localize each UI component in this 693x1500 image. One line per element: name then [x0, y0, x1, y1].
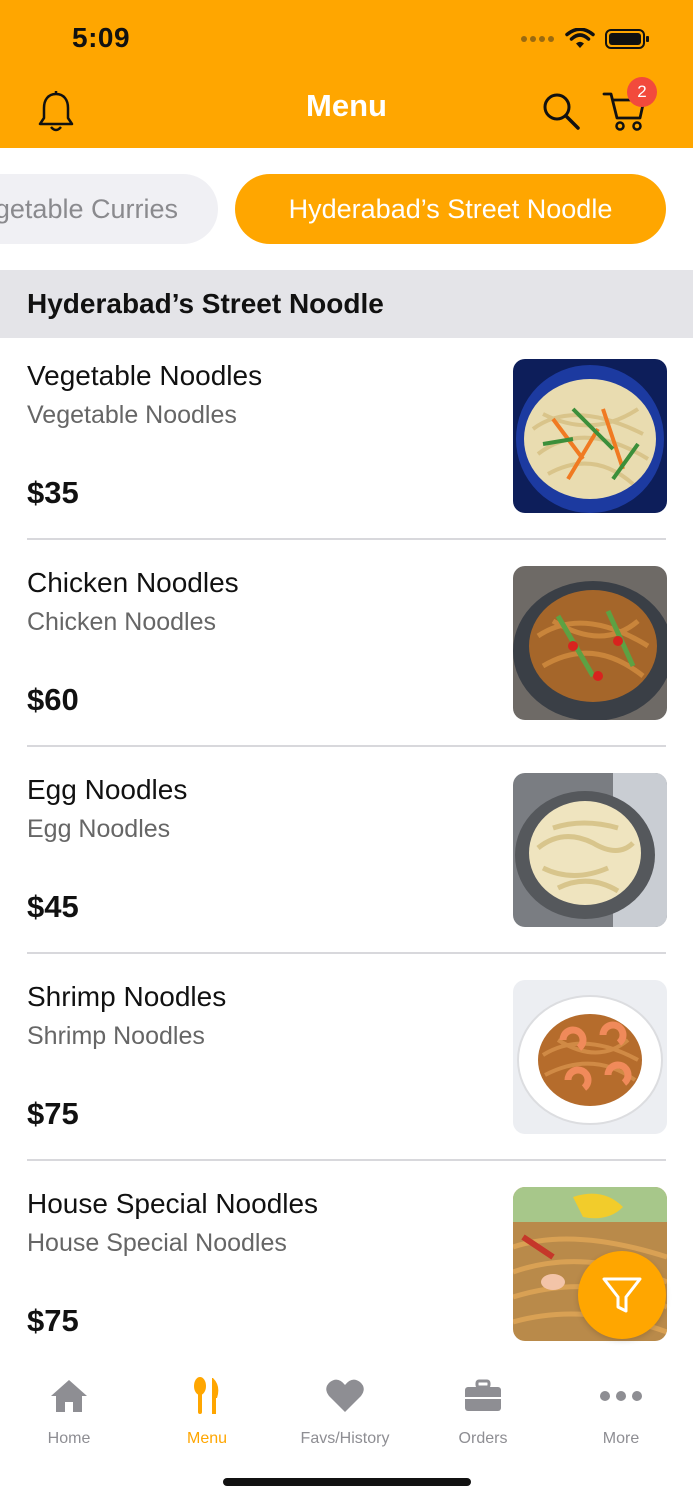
item-description: House Special Noodles	[27, 1229, 287, 1257]
menu-item-chicken-noodles[interactable]: Chicken Noodles Chicken Noodles $60	[0, 545, 693, 752]
item-price: $75	[27, 1096, 79, 1131]
menu-list: Vegetable Noodles Vegetable Noodles $35 …	[0, 338, 693, 1373]
search-icon	[543, 93, 580, 130]
item-name: Vegetable Noodles	[27, 360, 263, 391]
more-icon	[600, 1391, 642, 1401]
tab-label: Menu	[186, 1430, 228, 1447]
home-indicator	[223, 1478, 471, 1486]
menu-item-egg-noodles[interactable]: Egg Noodles Egg Noodles $45	[0, 752, 693, 959]
item-price: $45	[27, 889, 79, 924]
search-button[interactable]	[538, 88, 584, 134]
tab-label: More	[602, 1430, 640, 1447]
item-name: Shrimp Noodles	[27, 981, 227, 1012]
filter-button[interactable]	[578, 1251, 666, 1339]
filter-icon	[602, 1277, 642, 1313]
page-title: Menu	[306, 88, 387, 123]
item-name: Chicken Noodles	[27, 567, 239, 598]
category-chip-vegetable-curries[interactable]: Vegetable Curries	[0, 174, 218, 244]
item-description: Chicken Noodles	[27, 608, 216, 636]
wifi-icon	[565, 28, 595, 48]
item-image[interactable]	[513, 566, 667, 720]
status-time: 5:09	[72, 22, 131, 53]
item-price: $75	[27, 1303, 79, 1338]
item-name: Egg Noodles	[27, 774, 188, 805]
menu-item-shrimp-noodles[interactable]: Shrimp Noodles Shrimp Noodles $75	[0, 959, 693, 1166]
tab-label: Home	[47, 1430, 91, 1447]
item-image[interactable]	[513, 980, 667, 1134]
tab-label: Orders	[458, 1430, 508, 1447]
item-price: $60	[27, 682, 79, 717]
cart-badge: 2	[627, 77, 657, 107]
category-chip-label: Hyderabad’s Street Noodle	[288, 193, 613, 224]
home-icon	[51, 1380, 87, 1412]
item-image[interactable]	[513, 359, 667, 513]
item-description: Shrimp Noodles	[27, 1022, 205, 1050]
item-description: Vegetable Noodles	[27, 401, 237, 429]
briefcase-icon	[465, 1379, 501, 1411]
tab-orders[interactable]: Orders	[414, 1376, 552, 1448]
item-price: $35	[27, 475, 79, 510]
item-image[interactable]	[513, 773, 667, 927]
divider	[27, 1159, 666, 1161]
top-bar: 5:09 Menu 2	[0, 0, 693, 148]
section-header: Hyderabad’s Street Noodle	[0, 270, 693, 338]
heart-icon	[326, 1379, 364, 1412]
cellular-signal-icon	[521, 36, 554, 42]
menu-item-vegetable-noodles[interactable]: Vegetable Noodles Vegetable Noodles $35	[0, 338, 693, 545]
category-chip-label: Vegetable Curries	[0, 193, 178, 224]
category-strip[interactable]: Vegetable Curries Hyderabad’s Street Noo…	[0, 148, 693, 270]
tab-more[interactable]: More	[552, 1376, 690, 1448]
utensils-icon	[194, 1377, 219, 1414]
battery-icon	[605, 29, 649, 49]
item-name: House Special Noodles	[27, 1188, 319, 1219]
divider	[27, 952, 666, 954]
divider	[27, 538, 666, 540]
divider	[27, 745, 666, 747]
status-icons	[521, 26, 651, 52]
category-chip-street-noodle[interactable]: Hyderabad’s Street Noodle	[235, 174, 666, 244]
tab-home[interactable]: Home	[0, 1376, 138, 1448]
tab-favs-history[interactable]: Favs/History	[276, 1376, 414, 1448]
item-description: Egg Noodles	[27, 815, 171, 843]
tab-label: Favs/History	[300, 1430, 390, 1447]
tab-menu[interactable]: Menu	[138, 1376, 276, 1448]
